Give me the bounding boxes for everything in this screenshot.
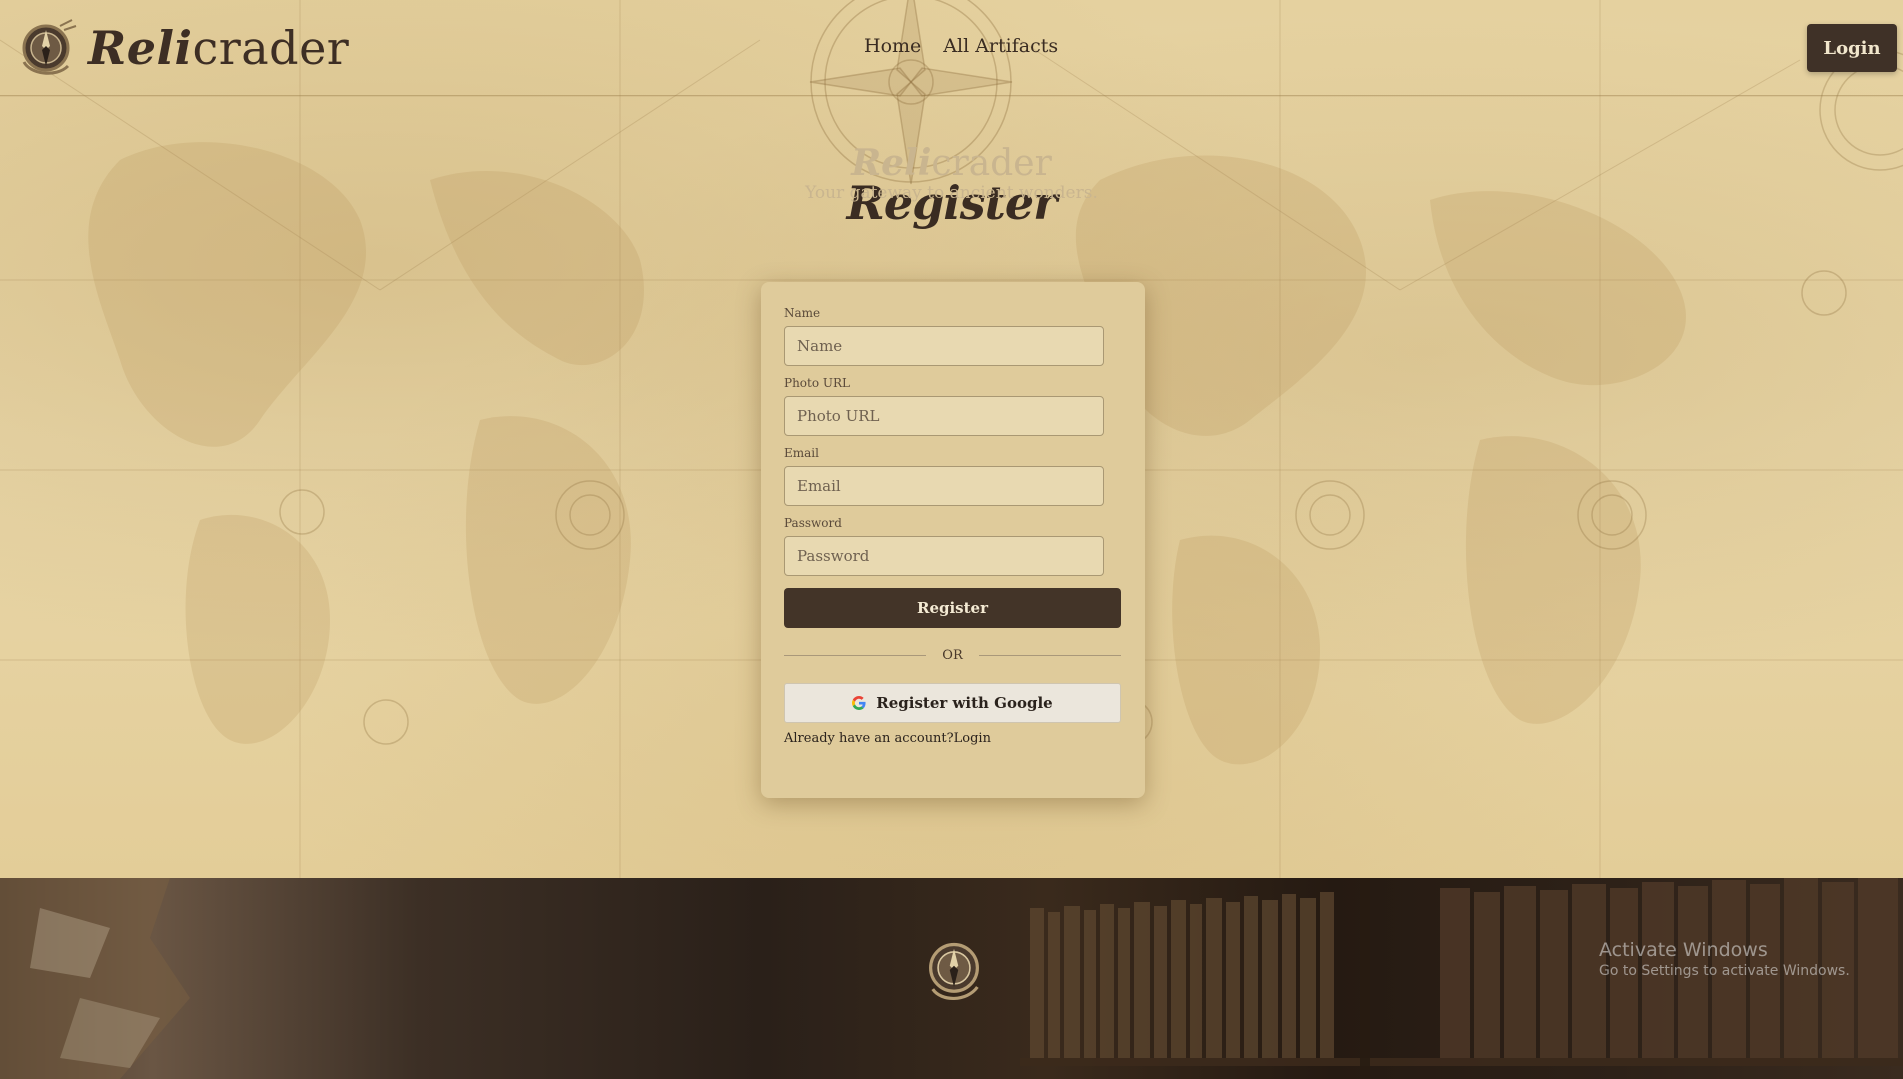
- site-header: Relicrader Home All Artifacts Login: [0, 0, 1903, 96]
- password-input[interactable]: [784, 536, 1104, 576]
- main-nav: Home All Artifacts: [864, 35, 1058, 57]
- nav-home-link[interactable]: Home: [864, 35, 921, 57]
- login-prompt: Already have an account?Login: [784, 731, 1122, 746]
- google-g-icon: [852, 696, 866, 710]
- login-link[interactable]: Login: [954, 731, 991, 746]
- brand-name: Relicrader: [88, 21, 350, 75]
- nav-all-artifacts-link[interactable]: All Artifacts: [943, 35, 1058, 57]
- name-input[interactable]: [784, 326, 1104, 366]
- activate-windows-subtitle: Go to Settings to activate Windows.: [1599, 963, 1850, 979]
- brand-logo[interactable]: Relicrader: [16, 16, 349, 80]
- register-with-google-button[interactable]: Register with Google: [784, 683, 1121, 723]
- divider-line-right: [978, 655, 1122, 656]
- or-divider: OR: [784, 648, 1122, 663]
- divider-line-left: [784, 655, 927, 656]
- compass-emblem-icon: [22, 19, 77, 75]
- name-label: Name: [784, 306, 821, 320]
- photo-url-label: Photo URL: [784, 376, 851, 390]
- photo-url-input[interactable]: [784, 396, 1104, 436]
- register-button[interactable]: Register: [784, 588, 1121, 628]
- header-login-button[interactable]: Login: [1807, 24, 1897, 72]
- activate-windows-watermark: Activate Windows Go to Settings to activ…: [1599, 939, 1850, 979]
- footer-tagline: Your gateway to ancient wonders.: [805, 183, 1098, 203]
- footer-brand-name: Relicrader: [851, 142, 1052, 184]
- google-button-label: Register with Google: [876, 694, 1053, 712]
- or-text: OR: [942, 648, 963, 663]
- activate-windows-title: Activate Windows: [1599, 939, 1768, 961]
- email-label: Email: [784, 446, 819, 460]
- register-form: Name Photo URL Email Password Register O…: [761, 282, 1145, 798]
- login-prompt-text: Already have an account?: [784, 731, 954, 746]
- email-input[interactable]: [784, 466, 1104, 506]
- footer-compass-emblem-icon: [929, 942, 979, 1001]
- password-label: Password: [784, 516, 842, 530]
